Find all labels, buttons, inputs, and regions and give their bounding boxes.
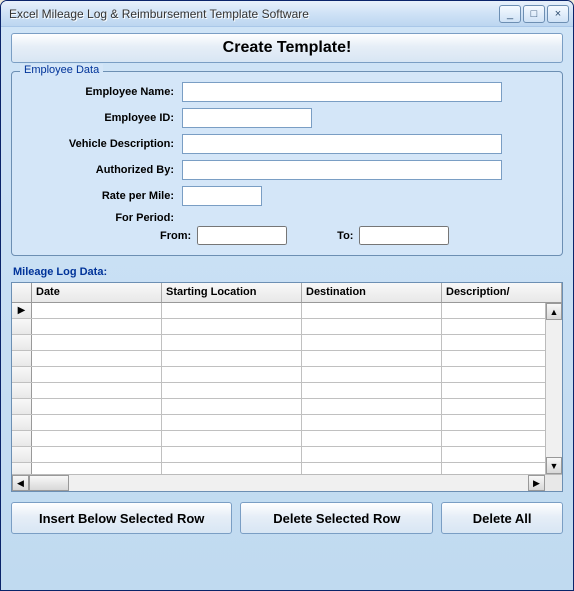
table-row[interactable] bbox=[12, 415, 562, 431]
employee-name-input[interactable] bbox=[182, 82, 502, 102]
scroll-down-icon[interactable]: ▼ bbox=[546, 457, 562, 474]
delete-all-button[interactable]: Delete All bbox=[441, 502, 563, 534]
from-label: From: bbox=[160, 230, 191, 242]
for-period-label: For Period: bbox=[22, 212, 182, 224]
scroll-right-icon[interactable]: ▶ bbox=[528, 475, 545, 491]
row-selector-icon[interactable]: ▶ bbox=[12, 303, 32, 318]
vertical-scrollbar[interactable]: ▲ ▼ bbox=[545, 303, 562, 474]
employee-name-label: Employee Name: bbox=[22, 86, 182, 98]
table-row[interactable] bbox=[12, 431, 562, 447]
table-row[interactable]: ▶ bbox=[12, 303, 562, 319]
to-input[interactable] bbox=[359, 226, 449, 245]
horizontal-scrollbar[interactable]: ◀ ▶ bbox=[12, 474, 562, 491]
table-row[interactable] bbox=[12, 447, 562, 463]
mileage-grid[interactable]: Date Starting Location Destination Descr… bbox=[11, 282, 563, 492]
to-label: To: bbox=[337, 230, 353, 242]
employee-id-input[interactable] bbox=[182, 108, 312, 128]
minimize-button[interactable]: _ bbox=[499, 5, 521, 23]
from-input[interactable] bbox=[197, 226, 287, 245]
rate-per-mile-label: Rate per Mile: bbox=[22, 190, 182, 202]
col-description[interactable]: Description/ bbox=[442, 283, 562, 302]
app-window: Excel Mileage Log & Reimbursement Templa… bbox=[0, 0, 574, 591]
vehicle-description-input[interactable] bbox=[182, 134, 502, 154]
close-button[interactable]: × bbox=[547, 5, 569, 23]
scroll-left-icon[interactable]: ◀ bbox=[12, 475, 29, 491]
authorized-by-label: Authorized By: bbox=[22, 164, 182, 176]
table-row[interactable] bbox=[12, 319, 562, 335]
grid-corner bbox=[12, 283, 32, 302]
table-row[interactable] bbox=[12, 367, 562, 383]
grid-body[interactable]: ▶ bbox=[12, 303, 562, 474]
col-date[interactable]: Date bbox=[32, 283, 162, 302]
col-destination[interactable]: Destination bbox=[302, 283, 442, 302]
table-row[interactable] bbox=[12, 351, 562, 367]
client-area: Create Template! Employee Data Employee … bbox=[1, 27, 573, 590]
table-row[interactable] bbox=[12, 335, 562, 351]
hscroll-thumb[interactable] bbox=[29, 475, 69, 491]
employee-data-group: Employee Data Employee Name: Employee ID… bbox=[11, 71, 563, 256]
grid-header: Date Starting Location Destination Descr… bbox=[12, 283, 562, 303]
insert-below-button[interactable]: Insert Below Selected Row bbox=[11, 502, 232, 534]
delete-selected-button[interactable]: Delete Selected Row bbox=[240, 502, 433, 534]
rate-per-mile-input[interactable] bbox=[182, 186, 262, 206]
employee-id-label: Employee ID: bbox=[22, 112, 182, 124]
titlebar: Excel Mileage Log & Reimbursement Templa… bbox=[1, 1, 573, 27]
authorized-by-input[interactable] bbox=[182, 160, 502, 180]
button-row: Insert Below Selected Row Delete Selecte… bbox=[11, 502, 563, 534]
window-title: Excel Mileage Log & Reimbursement Templa… bbox=[9, 7, 499, 21]
table-row[interactable] bbox=[12, 399, 562, 415]
maximize-button[interactable]: □ bbox=[523, 5, 545, 23]
col-starting-location[interactable]: Starting Location bbox=[162, 283, 302, 302]
table-row[interactable] bbox=[12, 383, 562, 399]
employee-data-legend: Employee Data bbox=[20, 64, 103, 76]
create-template-button[interactable]: Create Template! bbox=[11, 33, 563, 63]
mileage-log-legend: Mileage Log Data: bbox=[13, 266, 563, 278]
scroll-up-icon[interactable]: ▲ bbox=[546, 303, 562, 320]
table-row[interactable] bbox=[12, 463, 562, 474]
vehicle-description-label: Vehicle Description: bbox=[22, 138, 182, 150]
